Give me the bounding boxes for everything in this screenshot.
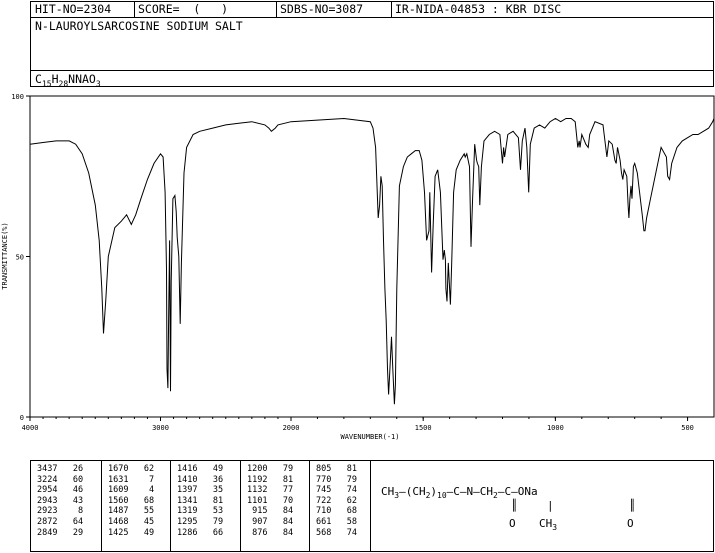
carboxyl-bond: ║ [629, 499, 636, 512]
peak-entry: 1397 35 [177, 485, 224, 496]
n-methyl-bond: | [547, 499, 554, 512]
peak-column-divider [240, 461, 241, 551]
peak-entry: 1560 68 [108, 495, 155, 506]
y-axis-label: TRANSMITTANCE(%) [1, 222, 9, 289]
peak-entry: 2872 64 [37, 516, 84, 527]
peak-entry: 2943 43 [37, 495, 84, 506]
peak-entry: 1319 53 [177, 506, 224, 517]
peak-entry: 1341 81 [177, 495, 224, 506]
x-tick-label: 1000 [547, 424, 564, 432]
x-tick-label: 1500 [415, 424, 432, 432]
peak-entry: 1425 49 [108, 527, 155, 538]
peak-column-divider [309, 461, 310, 551]
peak-entry: 1132 77 [247, 485, 294, 496]
peak-entry: 568 74 [316, 527, 357, 538]
y-tick-label: 0 [20, 414, 24, 422]
x-tick-label: 500 [681, 424, 694, 432]
peak-entry: 1487 55 [108, 506, 155, 517]
peak-entry: 770 79 [316, 474, 357, 485]
peak-entry: 1200 79 [247, 464, 294, 474]
ir-spectrum-chart: 0 50 100 4000 3000 2000 1500 1000 500 WAVENUMBE… [1, 93, 715, 441]
y-tick-label: 100 [11, 93, 24, 101]
plot-frame [29, 95, 715, 418]
peak-entry: 1631 7 [108, 474, 155, 485]
peak-entry: 3437 26 [37, 464, 84, 474]
chemical-structure: CH3—(CH2)10—C—N—CH2—C—ONa ║ O | CH3 ║ O [371, 460, 714, 552]
peak-entry: 710 68 [316, 506, 357, 517]
peak-column: 3437 26 3224 60 2954 46 2943 43 2923 8 2… [37, 461, 95, 551]
peak-entry: 907 84 [252, 516, 294, 527]
peak-table: 3437 26 3224 60 2954 46 2943 43 2923 8 2… [30, 460, 371, 552]
peak-entry: 2954 46 [37, 485, 84, 496]
peak-entry: 3224 60 [37, 474, 84, 485]
peak-entry: 876 84 [252, 527, 294, 538]
peak-entry: 915 84 [252, 506, 294, 517]
structure-main-chain: CH3—(CH2)10—C—N—CH2—C—ONa [381, 485, 538, 501]
peak-column-divider [170, 461, 171, 551]
x-tick-label: 2000 [283, 424, 300, 432]
peak-entry: 1468 45 [108, 516, 155, 527]
x-tick-label: 3000 [152, 424, 169, 432]
carbonyl-bond: ║ [511, 499, 518, 512]
peak-entry: 2923 8 [37, 506, 84, 517]
carbonyl-oxygen: O [509, 517, 516, 530]
peak-entry: 2849 29 [37, 527, 84, 538]
carboxyl-oxygen: O [627, 517, 634, 530]
peak-entry: 722 62 [316, 495, 357, 506]
x-tick-label: 4000 [22, 424, 39, 432]
y-axis-ticks: 0 50 100 [11, 93, 30, 422]
peak-column: 805 81 770 79 745 74 722 62 710 68 661 5… [316, 461, 370, 551]
peak-column: 1200 79 1192 81 1132 77 1101 70 915 84 9… [247, 461, 305, 551]
peak-entry: 1609 4 [108, 485, 155, 496]
peak-entry: 1286 66 [177, 527, 224, 538]
peak-entry: 1670 62 [108, 464, 155, 474]
x-axis-label: WAVENUMBER(-1) [340, 433, 399, 441]
peak-column-divider [101, 461, 102, 551]
n-methyl: CH3 [539, 517, 558, 533]
spectrum-line [29, 117, 715, 405]
peak-column: 1416 49 1410 36 1397 35 1341 81 1319 53 … [177, 461, 235, 551]
x-axis-ticks: 4000 3000 2000 1500 1000 500 [22, 417, 694, 432]
peak-entry: 1192 81 [247, 474, 294, 485]
peak-entry: 1101 70 [247, 495, 294, 506]
peak-entry: 745 74 [316, 485, 357, 496]
peak-entry: 1295 79 [177, 516, 224, 527]
peak-column: 1670 62 1631 7 1609 4 1560 68 1487 55 14… [108, 461, 166, 551]
peak-entry: 661 58 [316, 516, 357, 527]
peak-entry: 1410 36 [177, 474, 224, 485]
peak-entry: 805 81 [316, 464, 357, 474]
peak-entry: 1416 49 [177, 464, 224, 474]
y-tick-label: 50 [16, 254, 24, 262]
